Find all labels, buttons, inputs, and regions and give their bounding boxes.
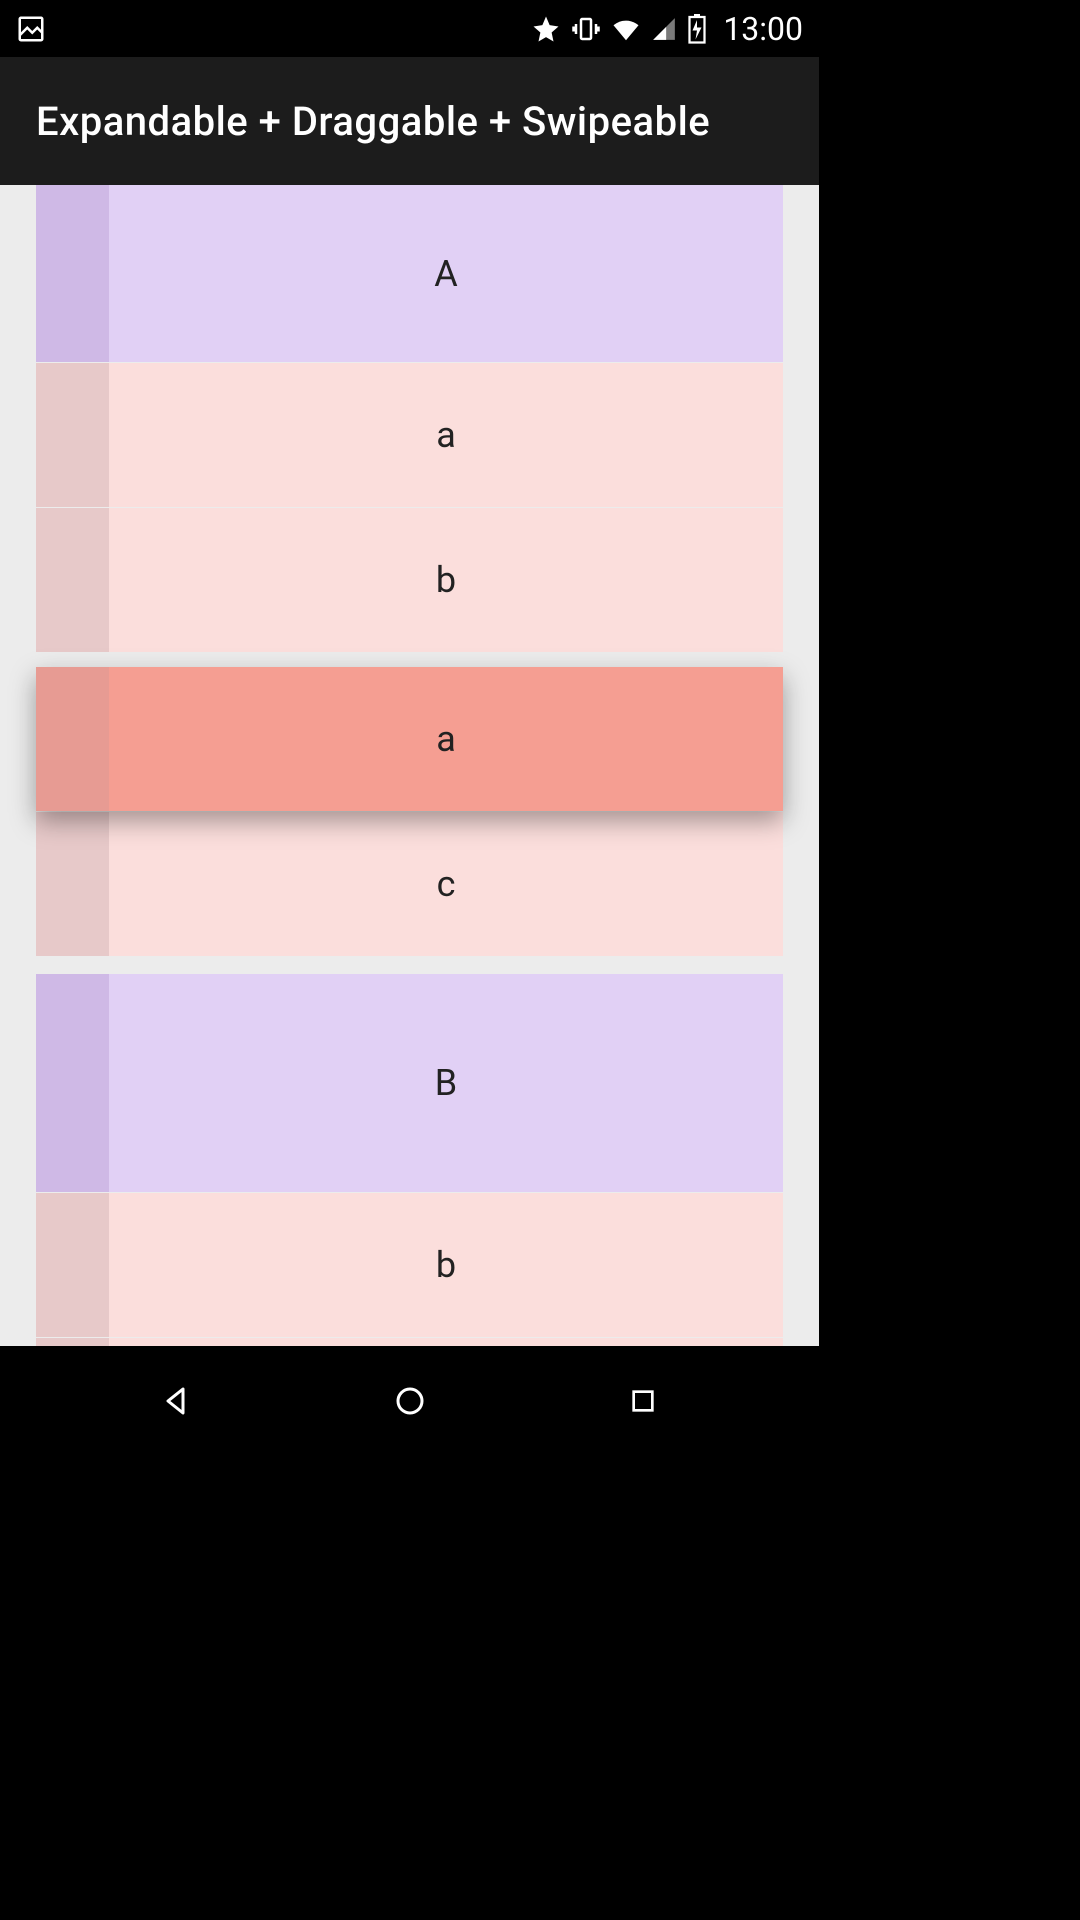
gap: [36, 653, 783, 667]
star-icon: [531, 14, 561, 44]
drag-handle[interactable]: [36, 1338, 109, 1346]
item-body[interactable]: [109, 1338, 783, 1346]
wifi-icon: [611, 14, 641, 44]
signal-icon: [651, 16, 677, 42]
drag-handle[interactable]: [36, 812, 109, 956]
list-item[interactable]: b: [36, 508, 783, 652]
status-time: 13:00: [723, 10, 803, 48]
group-label: A: [434, 253, 457, 295]
item-label: c: [437, 863, 456, 905]
recent-apps-button[interactable]: [619, 1377, 667, 1425]
item-label: b: [436, 559, 456, 601]
list-item-dragging[interactable]: a: [36, 667, 783, 811]
content-area[interactable]: A a b a c: [0, 185, 819, 1346]
drag-handle[interactable]: [36, 508, 109, 652]
item-body[interactable]: a: [109, 667, 783, 811]
list-item[interactable]: [36, 1338, 783, 1346]
group-body[interactable]: B: [109, 974, 783, 1192]
back-button[interactable]: [153, 1377, 201, 1425]
item-label: a: [436, 414, 456, 456]
drag-handle[interactable]: [36, 1193, 109, 1337]
list[interactable]: A a b a c: [36, 185, 783, 1346]
app-bar: Expandable + Draggable + Swipeable: [0, 57, 819, 185]
item-body[interactable]: b: [109, 508, 783, 652]
drag-handle[interactable]: [36, 185, 109, 362]
image-icon: [16, 14, 46, 44]
list-item[interactable]: c: [36, 812, 783, 956]
item-label: b: [436, 1244, 456, 1286]
item-label: a: [436, 718, 456, 760]
group-label: B: [435, 1062, 457, 1104]
status-left: [16, 14, 46, 44]
status-right: 13:00: [531, 10, 803, 48]
home-button[interactable]: [386, 1377, 434, 1425]
drag-handle[interactable]: [36, 363, 109, 507]
item-body[interactable]: c: [109, 812, 783, 956]
item-body[interactable]: a: [109, 363, 783, 507]
group-body[interactable]: A: [109, 185, 783, 362]
navigation-bar: [0, 1346, 819, 1456]
drag-handle[interactable]: [36, 974, 109, 1192]
page-title: Expandable + Draggable + Swipeable: [36, 98, 710, 145]
drag-handle[interactable]: [36, 667, 109, 811]
list-item[interactable]: b: [36, 1193, 783, 1337]
vibrate-icon: [571, 14, 601, 44]
group-header[interactable]: A: [36, 185, 783, 362]
group-header[interactable]: B: [36, 974, 783, 1192]
item-body[interactable]: b: [109, 1193, 783, 1337]
battery-charging-icon: [687, 14, 707, 44]
list-item[interactable]: a: [36, 363, 783, 507]
status-bar: 13:00: [0, 0, 819, 57]
